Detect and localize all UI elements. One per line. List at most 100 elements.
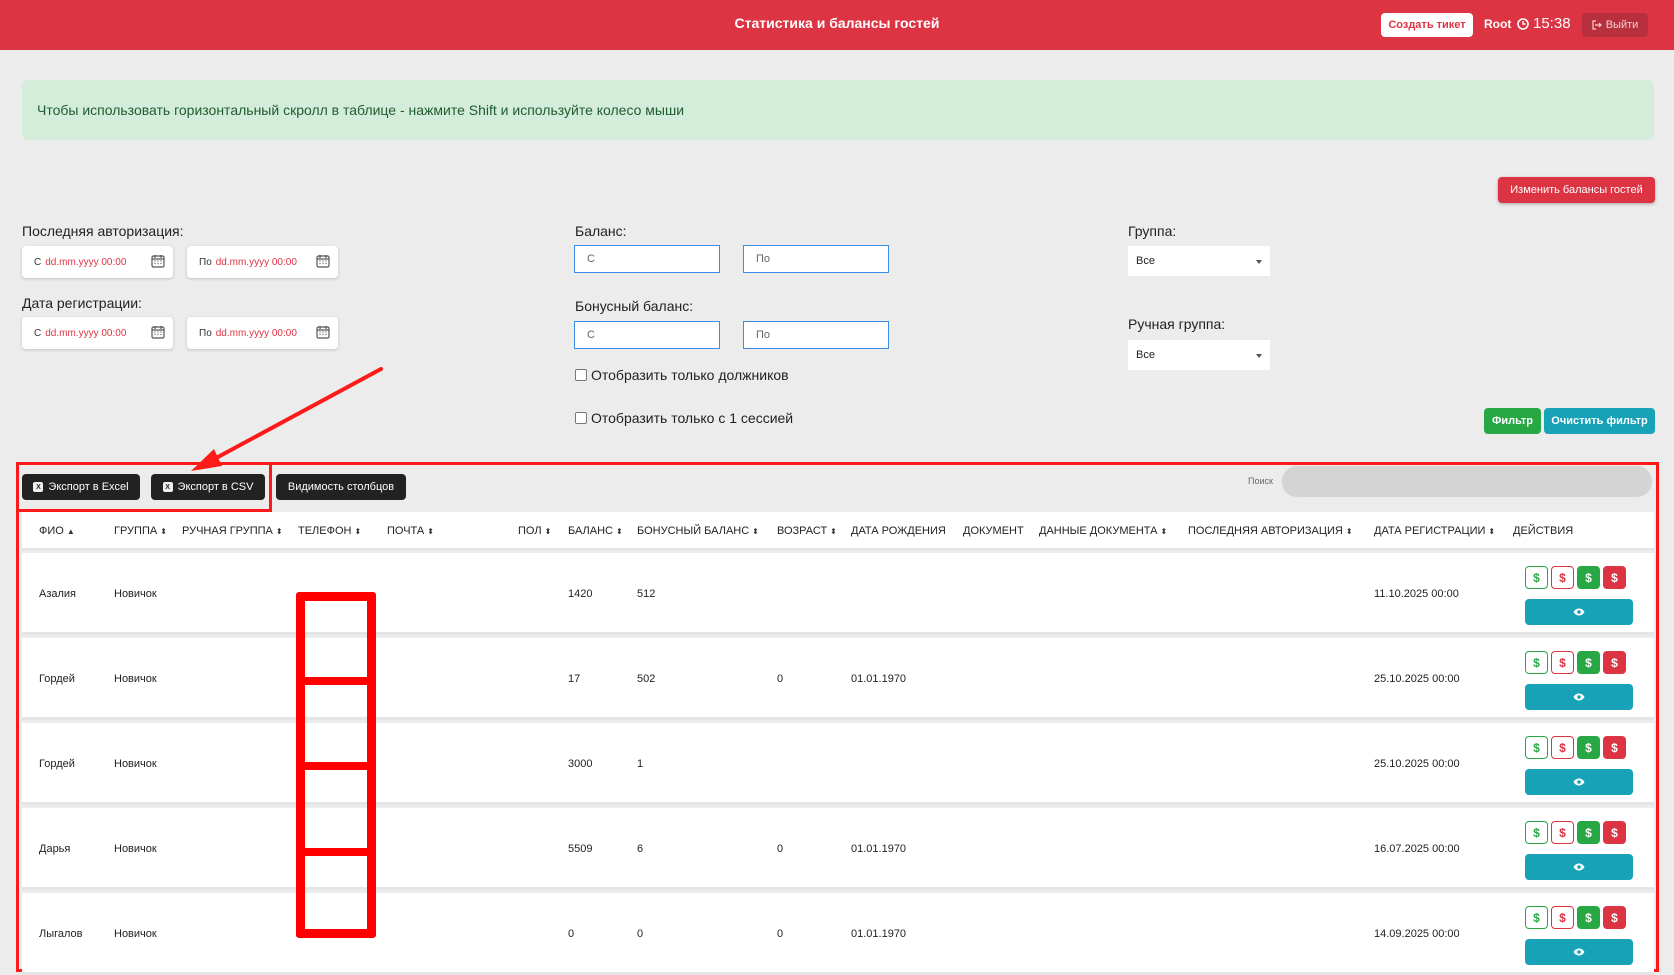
cell-group: Новичок — [114, 758, 157, 770]
add-bonus-button[interactable]: $ — [1577, 566, 1600, 589]
subtract-bonus-button[interactable]: $ — [1603, 566, 1626, 589]
cell-bonus: 6 — [637, 843, 644, 855]
date-prefix: По — [199, 327, 212, 339]
col-header-age[interactable]: ВОЗРАСТ ⬍ — [777, 525, 837, 537]
subtract-bonus-button[interactable]: $ — [1603, 821, 1626, 844]
row-actions: $ $ $ $ — [1525, 821, 1626, 844]
col-header-phone[interactable]: ТЕЛЕФОН ⬍ — [298, 525, 361, 537]
cell-group: Новичок — [114, 673, 157, 685]
balance-from-input[interactable]: С — [574, 245, 720, 273]
view-guest-button[interactable] — [1525, 854, 1633, 880]
checkbox-box[interactable] — [575, 369, 587, 381]
add-bonus-button[interactable]: $ — [1577, 906, 1600, 929]
row-actions: $ $ $ $ — [1525, 736, 1626, 759]
checkbox-box[interactable] — [575, 412, 587, 424]
add-bonus-button[interactable]: $ — [1577, 736, 1600, 759]
cell-group: Новичок — [114, 928, 157, 940]
table-row: Азалия Новичок 1420 512 11.10.2025 00:00 $ $ $ $ — [22, 553, 1654, 635]
calendar-icon[interactable] — [316, 254, 330, 268]
add-balance-button[interactable]: $ — [1525, 566, 1548, 589]
calendar-icon[interactable] — [151, 325, 165, 339]
col-header-email[interactable]: ПОЧТА ⬍ — [387, 525, 434, 537]
debtors-only-checkbox[interactable]: Отобразить только должников — [575, 367, 789, 383]
col-header-document: ДОКУМЕНТ — [963, 525, 1024, 537]
view-guest-button[interactable] — [1525, 939, 1633, 965]
subtract-bonus-button[interactable]: $ — [1603, 906, 1626, 929]
col-header-bonus[interactable]: БОНУСНЫЙ БАЛАНС ⬍ — [637, 525, 759, 537]
search-input[interactable] — [1282, 466, 1652, 497]
filter-button[interactable]: Фильтр — [1484, 408, 1541, 434]
export-csv-button[interactable]: X Экспорт в CSV — [151, 474, 265, 500]
manual-group-select[interactable]: Все — [1128, 340, 1270, 370]
export-excel-label: Экспорт в Excel — [48, 481, 129, 493]
caret-down-icon — [1256, 354, 1262, 358]
view-guest-button[interactable] — [1525, 599, 1633, 625]
change-balances-button[interactable]: Изменить балансы гостей — [1498, 177, 1655, 203]
bonus-from-input[interactable]: С — [574, 321, 720, 349]
view-guest-button[interactable] — [1525, 684, 1633, 710]
add-balance-button[interactable]: $ — [1525, 906, 1548, 929]
add-balance-button[interactable]: $ — [1525, 736, 1548, 759]
create-ticket-button[interactable]: Создать тикет — [1381, 13, 1473, 37]
subtract-balance-button[interactable]: $ — [1551, 821, 1574, 844]
subtract-bonus-button[interactable]: $ — [1603, 651, 1626, 674]
subtract-balance-button[interactable]: $ — [1551, 651, 1574, 674]
cell-reg-date: 25.10.2025 00:00 — [1374, 758, 1460, 770]
cell-age: 0 — [777, 928, 784, 940]
add-bonus-button[interactable]: $ — [1577, 821, 1600, 844]
col-header-gender[interactable]: ПОЛ ⬍ — [518, 525, 551, 537]
last-auth-from-input[interactable]: С dd.mm.yyyy 00:00 — [22, 246, 173, 278]
column-visibility-button[interactable]: Видимость столбцов — [276, 474, 406, 500]
col-header-document-data[interactable]: ДАННЫЕ ДОКУМЕНТА ⬍ — [1039, 525, 1167, 537]
logout-label: Выйти — [1605, 19, 1639, 31]
cell-name: Лыгалов — [39, 928, 83, 940]
date-placeholder: dd.mm.yyyy 00:00 — [215, 256, 297, 268]
col-header-name[interactable]: ФИО ▲ — [39, 525, 75, 537]
last-auth-label: Последняя авторизация: — [22, 223, 184, 239]
calendar-icon[interactable] — [316, 325, 330, 339]
phone-redaction-box — [296, 592, 376, 938]
row-actions: $ $ $ $ — [1525, 566, 1626, 589]
cell-reg-date: 16.07.2025 00:00 — [1374, 843, 1460, 855]
add-bonus-button[interactable]: $ — [1577, 651, 1600, 674]
clear-filter-button[interactable]: Очистить фильтр — [1544, 408, 1655, 434]
bonus-to-input[interactable]: По — [743, 321, 889, 349]
add-balance-button[interactable]: $ — [1525, 651, 1548, 674]
balance-to-input[interactable]: По — [743, 245, 889, 273]
subtract-balance-button[interactable]: $ — [1551, 906, 1574, 929]
export-excel-button[interactable]: X Экспорт в Excel — [22, 474, 140, 500]
table-row: Дарья Новичок 5509 6 0 01.01.1970 16.07.2025 0… — [22, 808, 1654, 890]
table-header: ФИО ▲ ГРУППА ⬍ РУЧНАЯ ГРУППА ⬍ ТЕЛЕФОН ⬍ ПОЧ… — [22, 512, 1654, 550]
group-select[interactable]: Все — [1128, 246, 1270, 276]
last-auth-to-input[interactable]: По dd.mm.yyyy 00:00 — [187, 246, 338, 278]
add-balance-button[interactable]: $ — [1525, 821, 1548, 844]
logout-button[interactable]: Выйти — [1582, 13, 1648, 37]
cell-reg-date: 25.10.2025 00:00 — [1374, 673, 1460, 685]
reg-date-from-input[interactable]: С dd.mm.yyyy 00:00 — [22, 317, 173, 349]
cell-bonus: 512 — [637, 588, 656, 600]
manual-group-label: Ручная группа: — [1128, 316, 1226, 332]
cell-group: Новичок — [114, 588, 157, 600]
export-csv-label: Экспорт в CSV — [177, 481, 254, 493]
col-header-birth-date: ДАТА РОЖДЕНИЯ — [851, 525, 946, 537]
one-session-checkbox[interactable]: Отобразить только с 1 сессией — [575, 410, 793, 426]
eye-icon — [1573, 863, 1585, 871]
subtract-balance-button[interactable]: $ — [1551, 566, 1574, 589]
col-header-balance[interactable]: БАЛАНС ⬍ — [568, 525, 623, 537]
col-header-actions: ДЕЙСТВИЯ — [1513, 525, 1574, 537]
col-header-reg-date[interactable]: ДАТА РЕГИСТРАЦИИ ⬍ — [1374, 525, 1495, 537]
manual-group-select-value: Все — [1136, 349, 1155, 361]
subtract-balance-button[interactable]: $ — [1551, 736, 1574, 759]
group-label: Группа: — [1128, 223, 1177, 239]
col-header-last-auth[interactable]: ПОСЛЕДНЯЯ АВТОРИЗАЦИЯ ⬍ — [1188, 525, 1353, 537]
cell-balance: 0 — [568, 928, 575, 940]
col-header-group[interactable]: ГРУППА ⬍ — [114, 525, 167, 537]
reg-date-to-input[interactable]: По dd.mm.yyyy 00:00 — [187, 317, 338, 349]
eye-icon — [1573, 948, 1585, 956]
subtract-bonus-button[interactable]: $ — [1603, 736, 1626, 759]
col-header-manual-group[interactable]: РУЧНАЯ ГРУППА ⬍ — [182, 525, 283, 537]
calendar-icon[interactable] — [151, 254, 165, 268]
date-placeholder: dd.mm.yyyy 00:00 — [215, 327, 297, 339]
row-actions: $ $ $ $ — [1525, 651, 1626, 674]
view-guest-button[interactable] — [1525, 769, 1633, 795]
